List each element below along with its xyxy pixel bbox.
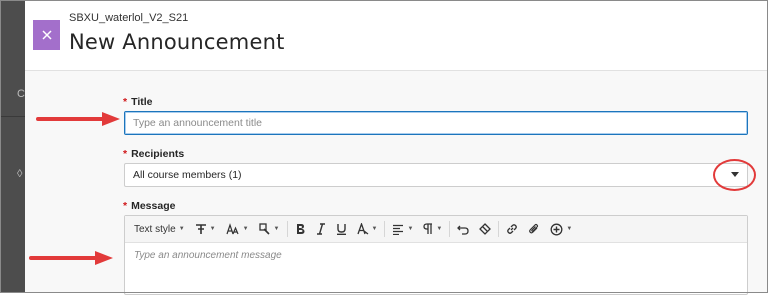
paragraph-icon	[423, 223, 433, 234]
chevron-down-icon: ▼	[566, 226, 573, 232]
title-label-text: Title	[131, 96, 153, 108]
text-color-button[interactable]: ▼	[254, 216, 285, 242]
bold-button[interactable]	[290, 216, 311, 242]
paragraph-format-button[interactable]: ▼	[190, 216, 221, 242]
chevron-down-icon: ▼	[407, 226, 414, 232]
title-input[interactable]	[124, 111, 748, 135]
recipients-label: * Recipients	[123, 148, 184, 160]
more-formatting-icon	[356, 223, 368, 235]
toolbar-divider	[498, 221, 500, 237]
bold-icon	[296, 224, 304, 234]
close-panel-button[interactable]	[33, 20, 60, 50]
toolbar-divider	[449, 221, 451, 237]
font-size-button[interactable]: ▼	[221, 216, 254, 242]
text-style-label: Text style	[134, 223, 176, 235]
editor-toolbar: Text style ▼ ▼ ▼ ▼ ▼ ▼ ▼ ▼	[125, 216, 747, 243]
toolbar-divider	[384, 221, 386, 237]
required-marker: *	[123, 148, 128, 160]
close-icon	[41, 30, 52, 40]
undo-icon	[457, 225, 470, 235]
text-color-icon	[258, 223, 270, 235]
chevron-down-icon: ▼	[273, 226, 280, 232]
align-icon	[393, 224, 404, 235]
chevron-down-icon: ▼	[209, 226, 216, 232]
attach-button[interactable]	[523, 216, 545, 242]
paragraph-format-icon	[195, 224, 206, 234]
course-name: SBXU_waterlol_V2_S21	[69, 12, 189, 24]
page-title: New Announcement	[69, 30, 285, 54]
title-label: * Title	[123, 96, 153, 108]
link-button[interactable]	[501, 216, 523, 242]
message-placeholder: Type an announcement message	[134, 250, 282, 261]
panel-header: SBXU_waterlol_V2_S21 New Announcement	[25, 0, 768, 71]
toolbar-divider	[286, 221, 288, 237]
recipients-value: All course members (1)	[133, 169, 242, 181]
align-button[interactable]: ▼	[387, 216, 418, 242]
attach-icon	[529, 223, 539, 234]
paragraph-button[interactable]: ▼	[418, 216, 447, 242]
italic-button[interactable]	[311, 216, 331, 242]
italic-icon	[316, 223, 325, 235]
chevron-down-icon: ▼	[371, 226, 378, 232]
required-marker: *	[123, 200, 128, 212]
underline-button[interactable]	[331, 216, 352, 242]
chevron-down-icon: ▼	[242, 226, 249, 232]
recipients-select[interactable]: All course members (1)	[124, 163, 748, 187]
underline-icon	[336, 224, 346, 235]
required-marker: *	[123, 96, 128, 108]
clear-format-button[interactable]	[474, 216, 496, 242]
insert-content-icon	[550, 223, 563, 235]
link-icon	[507, 224, 518, 234]
background-icon-2: ◊	[17, 168, 23, 180]
more-formatting-button[interactable]: ▼	[352, 216, 383, 242]
text-style-dropdown[interactable]: Text style ▼	[125, 216, 190, 242]
background-page: C ◊	[0, 0, 25, 293]
chevron-down-icon[interactable]	[731, 172, 739, 177]
message-label-text: Message	[131, 200, 176, 212]
font-size-icon	[226, 223, 239, 235]
undo-button[interactable]	[452, 216, 474, 242]
message-editor[interactable]: Text style ▼ ▼ ▼ ▼ ▼ ▼ ▼ ▼ Type an annou…	[124, 215, 748, 295]
insert-content-button[interactable]: ▼	[545, 216, 577, 242]
clear-format-icon	[479, 223, 492, 235]
recipients-label-text: Recipients	[131, 148, 185, 160]
chevron-down-icon: ▼	[436, 226, 443, 232]
message-label: * Message	[123, 200, 175, 212]
chevron-down-icon: ▼	[178, 226, 185, 232]
